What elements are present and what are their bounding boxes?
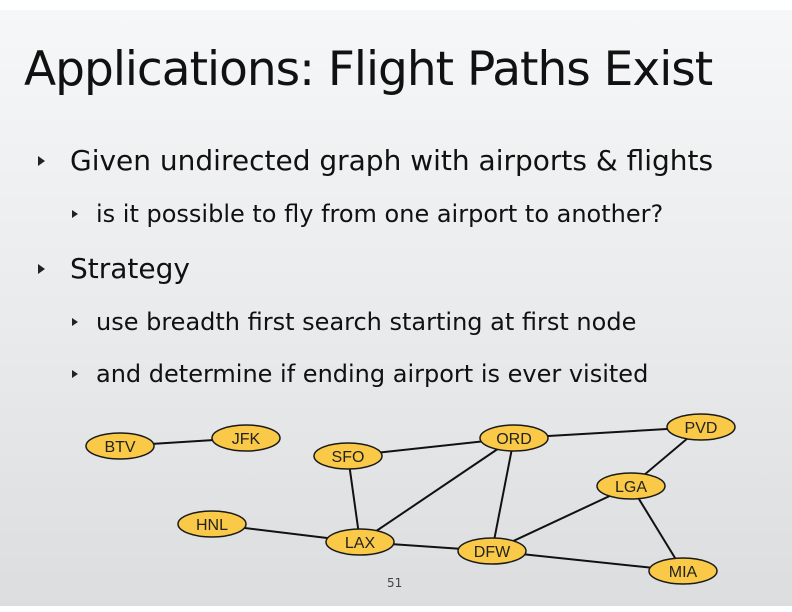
node-label: LAX [345,535,376,552]
slide: Applications: Flight Paths Exist Given u… [0,10,792,606]
node-label: SFO [332,449,365,466]
node-dfw: DFW [457,537,527,565]
edge-ord-lax [359,437,515,543]
edge-ord-dfw [491,437,515,552]
flight-graph: BTV JFK SFO ORD PVD LGA HNL LAX DFW MIA [85,413,736,585]
node-jfk: JFK [211,424,281,452]
node-lga: LGA [596,472,666,500]
node-label: MIA [669,564,698,581]
node-ord: ORD [479,424,549,452]
page-number: 51 [387,576,403,590]
node-hnl: HNL [177,510,247,538]
node-label: HNL [196,517,228,534]
node-sfo: SFO [313,442,383,470]
node-label: ORD [496,431,532,448]
node-label: BTV [104,439,135,456]
node-label: PVD [685,420,718,437]
node-lax: LAX [325,528,395,556]
node-label: LGA [615,479,647,496]
node-btv: BTV [85,432,155,460]
node-label: JFK [232,431,261,448]
node-mia: MIA [648,557,718,585]
node-label: DFW [474,544,511,561]
node-pvd: PVD [666,413,736,441]
